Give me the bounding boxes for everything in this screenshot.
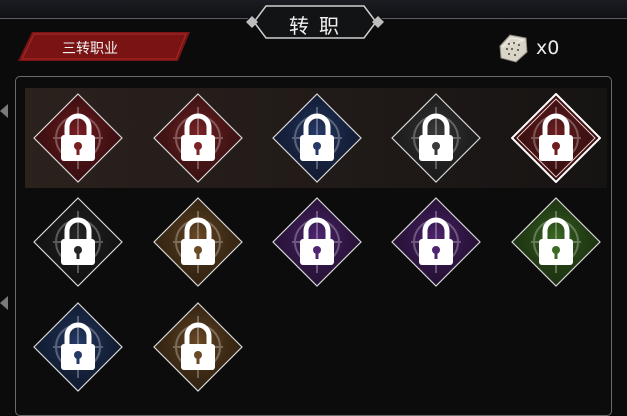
- header-rule-left: [0, 18, 248, 19]
- category-label: 三转职业: [62, 41, 118, 57]
- class-slot-8[interactable]: [272, 197, 362, 287]
- class-slot-1[interactable]: [33, 93, 123, 183]
- class-slot-9[interactable]: [391, 197, 481, 287]
- class-slot-2[interactable]: [153, 93, 243, 183]
- scroll-up-arrow-icon[interactable]: [0, 104, 8, 118]
- scroll-down-arrow-icon[interactable]: [0, 296, 8, 310]
- currency-count: x0: [536, 37, 560, 59]
- currency-display: x0: [496, 32, 596, 66]
- class-slot-11[interactable]: [33, 302, 123, 392]
- category-tab[interactable]: 三转职业: [18, 32, 190, 62]
- title-plaque: 转职: [246, 2, 384, 42]
- class-slot-4[interactable]: [391, 93, 481, 183]
- class-slot-7[interactable]: [153, 197, 243, 287]
- class-slot-3[interactable]: [272, 93, 362, 183]
- scroll-stone-icon: [499, 34, 528, 63]
- class-slot-10[interactable]: [511, 197, 601, 287]
- class-slot-5[interactable]: [511, 93, 601, 183]
- class-slot-12[interactable]: [153, 302, 243, 392]
- class-slot-6[interactable]: [33, 197, 123, 287]
- page-title: 转职: [289, 14, 349, 38]
- header-rule-right: [382, 18, 627, 19]
